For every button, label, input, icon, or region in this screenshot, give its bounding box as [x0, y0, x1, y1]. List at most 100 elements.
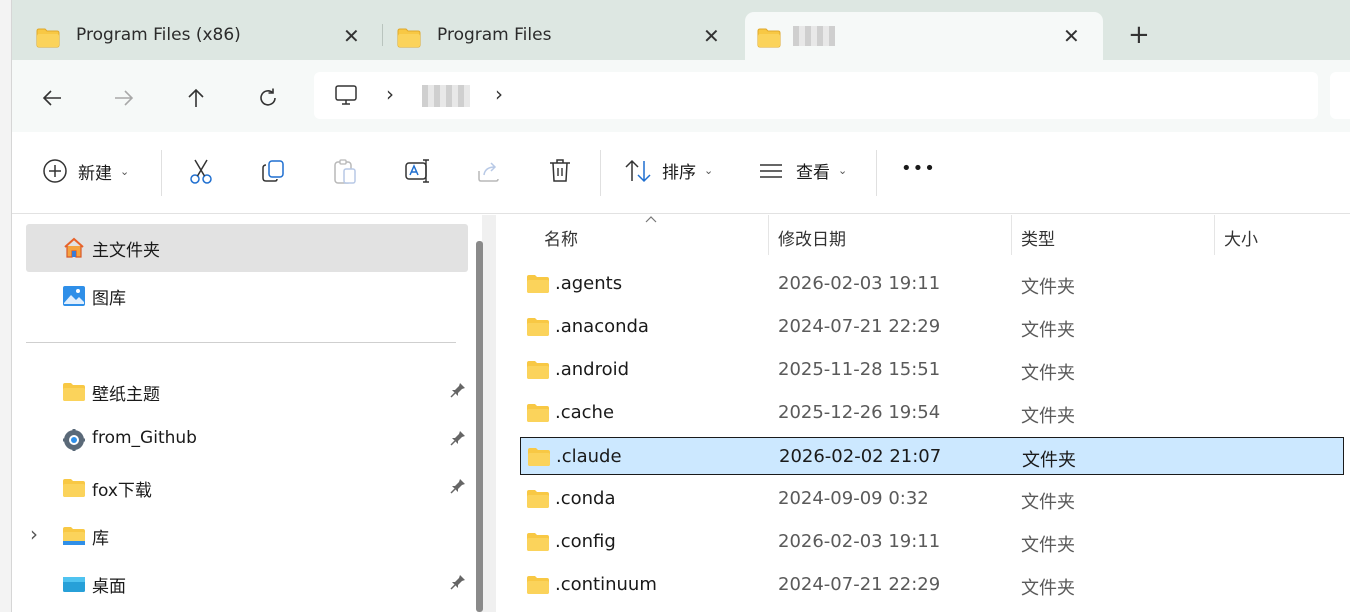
pin-icon[interactable]: [450, 430, 466, 448]
pin-icon[interactable]: [450, 574, 466, 592]
file-name: .android: [555, 359, 630, 380]
breadcrumb-separator[interactable]: ›: [386, 82, 394, 106]
library-icon: [63, 527, 85, 545]
sort-icon: [625, 159, 651, 182]
sidebar-scrollbar[interactable]: [482, 215, 496, 612]
sidebar-item-desktop[interactable]: 桌面: [26, 560, 468, 608]
column-header-type[interactable]: 类型: [1021, 225, 1055, 250]
column-header-date[interactable]: 修改日期: [778, 225, 846, 250]
this-pc-icon: [335, 85, 357, 105]
expand-chevron-icon[interactable]: ›: [30, 522, 38, 546]
file-date: 2026-02-03 19:11: [778, 531, 941, 552]
file-row[interactable]: .continuum 2024-07-21 22:29 文件夹: [520, 566, 1344, 604]
new-tab-button[interactable]: +: [1128, 20, 1150, 50]
folder-icon: [36, 28, 60, 48]
file-row[interactable]: .conda 2024-09-09 0:32 文件夹: [520, 480, 1344, 518]
cut-button[interactable]: [188, 158, 214, 186]
column-header-size[interactable]: 大小: [1224, 225, 1258, 250]
file-name: .agents: [555, 273, 623, 294]
breadcrumb-separator[interactable]: ›: [495, 82, 503, 106]
tab-current-folder[interactable]: ✕: [745, 12, 1103, 60]
tab-close-icon[interactable]: ✕: [343, 24, 360, 48]
folder-icon: [527, 361, 549, 379]
file-row[interactable]: .claude 2026-02-02 21:07 文件夹: [520, 437, 1344, 475]
sidebar-item-label: 壁纸主题: [92, 385, 160, 405]
file-date: 2025-11-28 15:51: [778, 359, 941, 380]
up-button[interactable]: [180, 82, 212, 114]
address-bar[interactable]: › ›: [314, 72, 1318, 119]
file-type: 文件夹: [1021, 492, 1075, 513]
pin-icon[interactable]: [450, 478, 466, 496]
folder-icon: [757, 28, 781, 48]
refresh-button[interactable]: [252, 82, 284, 114]
folder-icon: [527, 275, 549, 293]
sidebar-item-fox-download[interactable]: fox下载: [26, 464, 468, 512]
new-button[interactable]: 新建 ⌄: [42, 158, 129, 184]
tab-program-files[interactable]: Program Files ✕: [373, 12, 743, 60]
redacted-tab-title: [793, 26, 835, 46]
sidebar-item-library[interactable]: › 库: [26, 512, 468, 560]
tab-close-icon[interactable]: ✕: [703, 24, 720, 48]
back-button[interactable]: [36, 82, 68, 114]
tab-close-icon[interactable]: ✕: [1063, 24, 1080, 48]
share-icon: [478, 162, 499, 182]
file-type: 文件夹: [1021, 363, 1075, 384]
sidebar-scrollbar-thumb[interactable]: [476, 241, 483, 612]
sidebar-item-label: 桌面: [92, 577, 126, 597]
navigation-pane: 主文件夹 图库 壁纸主题 from_Github fox下载 › 库 桌面: [12, 215, 482, 612]
command-separator: [161, 150, 162, 196]
folder-icon: [527, 318, 549, 336]
folder-icon: [397, 28, 421, 48]
share-button[interactable]: [476, 158, 502, 184]
scissors-icon: [190, 159, 212, 184]
file-row[interactable]: .config 2026-02-03 19:11 文件夹: [520, 523, 1344, 561]
column-divider[interactable]: [1214, 215, 1215, 255]
sort-ascending-icon: [645, 216, 657, 223]
sidebar-item-label: from_Github: [92, 428, 197, 448]
folder-icon: [527, 576, 549, 594]
folder-icon: [527, 404, 549, 422]
file-type: 文件夹: [1021, 535, 1075, 556]
tab-program-files-x86[interactable]: Program Files (x86) ✕: [12, 12, 382, 60]
rename-button[interactable]: [404, 158, 432, 184]
forward-button[interactable]: [108, 82, 140, 114]
folder-icon: [63, 479, 85, 497]
file-row[interactable]: .cache 2025-12-26 19:54 文件夹: [520, 394, 1344, 432]
file-type: 文件夹: [1021, 578, 1075, 599]
view-button[interactable]: 查看 ⌄: [758, 158, 847, 183]
more-options-button[interactable]: •••: [901, 158, 936, 179]
search-box[interactable]: [1330, 72, 1350, 119]
file-type: 文件夹: [1021, 406, 1075, 427]
view-list-icon: [760, 163, 782, 178]
file-name: .cache: [555, 402, 615, 423]
command-separator: [600, 150, 601, 196]
forward-arrow-icon: [115, 90, 134, 106]
sidebar-item-gallery[interactable]: 图库: [26, 272, 468, 320]
column-header-name[interactable]: 名称: [544, 225, 578, 250]
sidebar-item-wallpaper[interactable]: 壁纸主题: [26, 368, 468, 416]
github-icon: [63, 429, 85, 451]
file-row[interactable]: .anaconda 2024-07-21 22:29 文件夹: [520, 308, 1344, 346]
tab-label: Program Files (x86): [76, 25, 241, 45]
pin-icon[interactable]: [450, 382, 466, 400]
redacted-breadcrumb[interactable]: [422, 85, 470, 107]
back-arrow-icon: [42, 90, 61, 106]
sort-button[interactable]: 排序 ⌄: [624, 158, 713, 183]
file-explorer-window: Program Files (x86) ✕ Program Files ✕ ✕ …: [11, 0, 1350, 612]
folder-icon: [527, 533, 549, 551]
sidebar-item-home[interactable]: 主文件夹: [26, 224, 468, 272]
copy-icon: [262, 160, 284, 182]
file-date: 2024-07-21 22:29: [778, 574, 941, 595]
copy-button[interactable]: [260, 158, 286, 184]
column-divider[interactable]: [1011, 215, 1012, 255]
sidebar-item-from-github[interactable]: from_Github: [26, 416, 468, 464]
delete-button[interactable]: [548, 158, 572, 184]
file-name: .conda: [555, 488, 616, 509]
column-divider[interactable]: [768, 215, 769, 255]
file-name: .claude: [556, 446, 622, 467]
file-row[interactable]: .android 2025-11-28 15:51 文件夹: [520, 351, 1344, 389]
paste-button[interactable]: [332, 158, 358, 186]
file-date: 2026-02-03 19:11: [778, 273, 941, 294]
file-row[interactable]: .agents 2026-02-03 19:11 文件夹: [520, 265, 1344, 303]
tab-strip: Program Files (x86) ✕ Program Files ✕ ✕ …: [12, 0, 1350, 60]
